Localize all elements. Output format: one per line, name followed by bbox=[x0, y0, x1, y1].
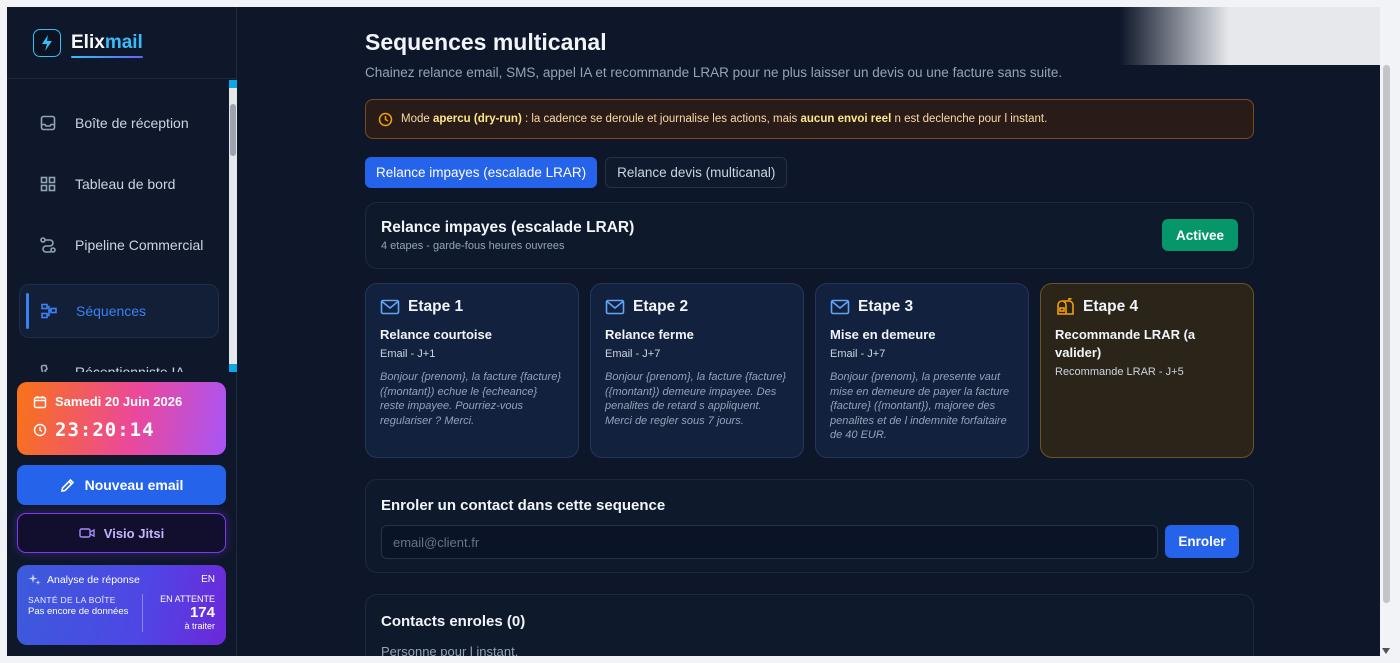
top-right-fade bbox=[1120, 7, 1393, 65]
enroll-title: Enroler un contact dans cette sequence bbox=[381, 497, 666, 514]
sequence-meta: 4 etapes - garde-fous heures ouvrees bbox=[381, 240, 565, 252]
sequence-title: Relance impayes (escalade LRAR) bbox=[381, 219, 635, 236]
step-meta: Email - J+7 bbox=[605, 348, 661, 360]
mail-icon bbox=[605, 299, 625, 315]
step-card[interactable]: Etape 3 Mise en demeure Email - J+7 Bonj… bbox=[815, 283, 1029, 458]
step-name: Recommande LRAR (a valider) bbox=[1055, 327, 1196, 360]
sequence-header: Relance impayes (escalade LRAR) 4 etapes… bbox=[365, 202, 1254, 269]
inbox-icon bbox=[40, 115, 56, 131]
clock-card: Samedi 20 Juin 2026 23:20:14 bbox=[17, 382, 226, 455]
page-scroll-thumb[interactable] bbox=[1383, 65, 1390, 603]
sidebar-item-receptionist[interactable]: Réceptionniste IA bbox=[19, 345, 219, 372]
sidebar-item-label: Réceptionniste IA bbox=[75, 364, 185, 372]
email-field[interactable] bbox=[381, 525, 1158, 559]
sidebar-item-label: Séquences bbox=[76, 303, 147, 319]
step-meta: Recommande LRAR - J+5 bbox=[1055, 366, 1184, 378]
dry-run-alert: Mode apercu (dry-run) : la cadence se de… bbox=[365, 99, 1254, 139]
step-meta: Email - J+1 bbox=[380, 348, 436, 360]
sequence-tabs: Relance impayes (escalade LRAR) Relance … bbox=[365, 157, 788, 188]
step-name: Relance courtoise bbox=[380, 327, 492, 342]
contacts-empty-text: Personne pour l instant. bbox=[381, 644, 519, 656]
step-meta: Email - J+7 bbox=[830, 348, 886, 360]
pencil-icon bbox=[60, 478, 74, 492]
sparkles-icon bbox=[28, 574, 41, 585]
step-body: Bonjour {prenom}, la presente vaut mise … bbox=[830, 371, 1010, 441]
step-card[interactable]: Etape 2 Relance ferme Email - J+7 Bonjou… bbox=[590, 283, 804, 458]
app-window: Elixmail Boîte de réception Tableau de b… bbox=[7, 7, 1380, 656]
sidebar-item-inbox[interactable]: Boîte de réception bbox=[19, 96, 219, 150]
mail-icon bbox=[380, 299, 400, 315]
step-body: Bonjour {prenom}, la facture {facture} (… bbox=[605, 371, 787, 427]
calendar-icon bbox=[33, 395, 47, 408]
lightning-logo-icon bbox=[33, 28, 61, 57]
step-name: Relance ferme bbox=[605, 327, 694, 342]
clock-warning-icon bbox=[378, 112, 393, 126]
brand-name: Elixmail bbox=[71, 31, 143, 58]
tab-relance-impayes[interactable]: Relance impayes (escalade LRAR) bbox=[365, 157, 598, 188]
tab-relance-devis[interactable]: Relance devis (multicanal) bbox=[605, 157, 788, 188]
scroll-down-arrow[interactable] bbox=[1382, 648, 1390, 654]
page-subtitle: Chainez relance email, SMS, appel IA et … bbox=[365, 65, 1063, 80]
sidebar-item-sequences[interactable]: Séquences bbox=[19, 284, 219, 338]
sidebar-nav: Boîte de réception Tableau de bord Pipel… bbox=[7, 80, 229, 372]
analysis-title: Analyse de réponse bbox=[47, 573, 140, 586]
sidebar-scrollbar[interactable] bbox=[229, 80, 237, 372]
scroll-down-arrow[interactable] bbox=[229, 364, 237, 372]
mailbox-icon bbox=[1057, 298, 1074, 315]
pending-count: 174 bbox=[189, 604, 215, 621]
scroll-thumb[interactable] bbox=[230, 104, 236, 156]
sequence-steps: Etape 1 Relance courtoise Email - J+1 Bo… bbox=[365, 283, 1254, 459]
sidebar-item-label: Tableau de bord bbox=[75, 176, 176, 192]
visio-jitsi-button[interactable]: Visio Jitsi bbox=[17, 513, 226, 553]
brand[interactable]: Elixmail bbox=[7, 7, 236, 79]
sidebar-item-pipeline[interactable]: Pipeline Commercial bbox=[19, 218, 219, 272]
step-card[interactable]: Etape 1 Relance courtoise Email - J+1 Bo… bbox=[365, 283, 579, 458]
dashboard-icon bbox=[40, 176, 56, 192]
page-title: Sequences multicanal bbox=[365, 29, 607, 55]
health-label: SANTÉ DE LA BOÎTE bbox=[28, 595, 116, 605]
sequences-icon bbox=[41, 303, 57, 319]
enrolled-contacts-panel: Contacts enroles (0) Personne pour l ins… bbox=[365, 594, 1254, 656]
enroll-button[interactable]: Enroler bbox=[1165, 525, 1239, 558]
step-card[interactable]: Etape 4 Recommande LRAR (a valider) Reco… bbox=[1040, 283, 1254, 458]
language-toggle[interactable]: EN bbox=[201, 574, 215, 585]
sidebar-item-label: Pipeline Commercial bbox=[75, 237, 204, 253]
sequence-status-button[interactable]: Activee bbox=[1162, 219, 1238, 251]
video-camera-icon bbox=[79, 528, 95, 538]
enroll-panel: Enroler un contact dans cette sequence E… bbox=[365, 479, 1254, 573]
new-email-button[interactable]: Nouveau email bbox=[17, 465, 226, 505]
sidebar-item-dashboard[interactable]: Tableau de bord bbox=[19, 157, 219, 211]
health-value: Pas encore de données bbox=[28, 606, 129, 617]
scroll-up-arrow[interactable] bbox=[229, 80, 237, 88]
clock-icon bbox=[33, 423, 47, 437]
sidebar-item-label: Boîte de réception bbox=[75, 115, 189, 131]
main-content: Sequences multicanal Chainez relance ema… bbox=[238, 7, 1380, 656]
step-name: Mise en demeure bbox=[830, 327, 936, 342]
pending-sub: à traiter bbox=[184, 621, 215, 631]
contacts-title: Contacts enroles (0) bbox=[381, 613, 526, 630]
step-body: Bonjour {prenom}, la facture {facture} (… bbox=[380, 371, 562, 427]
pipeline-icon bbox=[40, 237, 56, 253]
phone-icon bbox=[40, 364, 48, 372]
current-date: Samedi 20 Juin 2026 bbox=[55, 394, 183, 409]
current-time: 23:20:14 bbox=[55, 419, 155, 441]
response-analysis-card[interactable]: Analyse de réponse EN SANTÉ DE LA BOÎTE … bbox=[17, 565, 226, 645]
alert-text: Mode apercu (dry-run) : la cadence se de… bbox=[401, 113, 1048, 125]
page-scrollbar[interactable] bbox=[1380, 7, 1393, 656]
mail-icon bbox=[830, 299, 850, 315]
sidebar: Elixmail Boîte de réception Tableau de b… bbox=[7, 7, 237, 656]
